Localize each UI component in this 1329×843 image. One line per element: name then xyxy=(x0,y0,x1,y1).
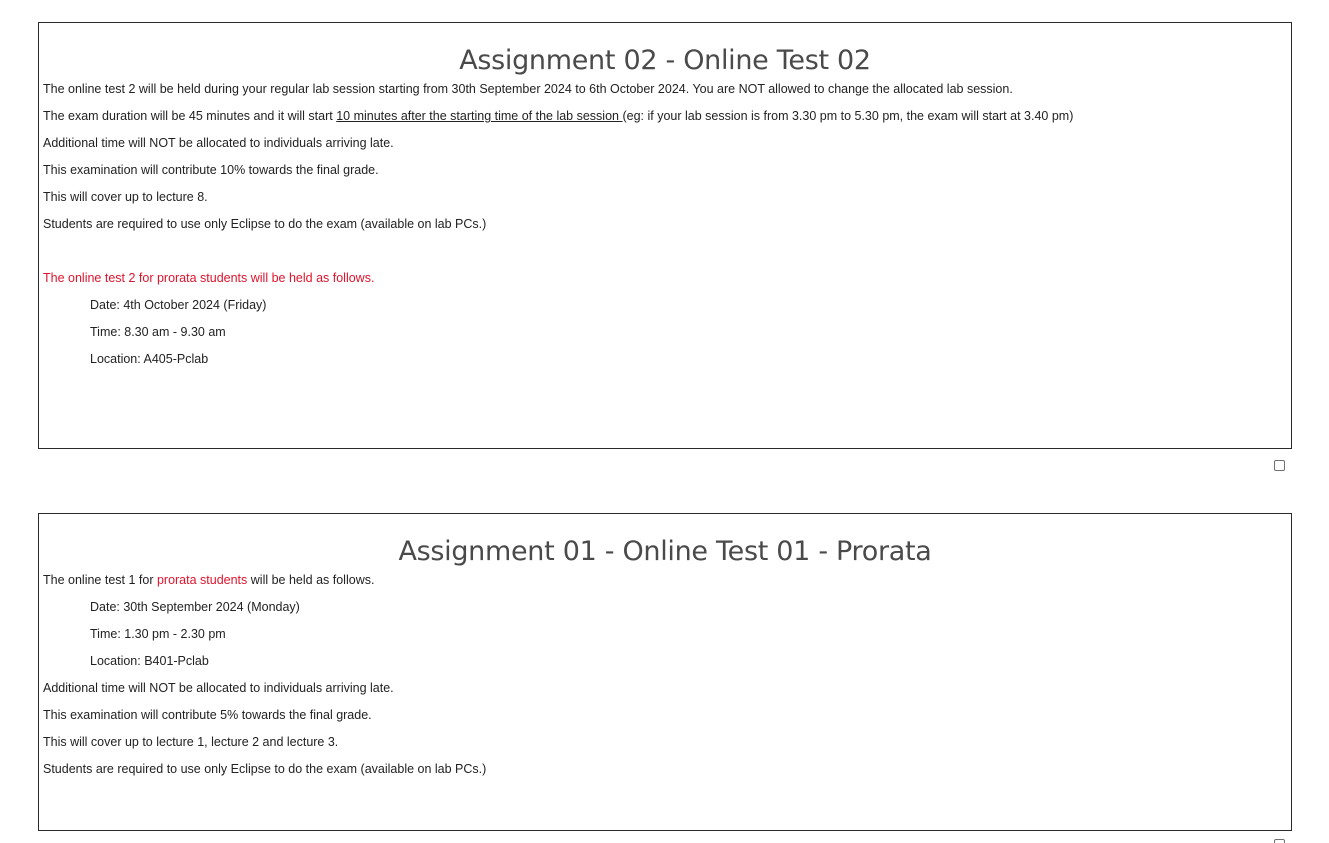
intro-text-start: The online test 1 for xyxy=(43,573,157,587)
assignment-02-grade-text: This examination will contribute 10% tow… xyxy=(43,163,379,177)
assignment-01-date: Date: 30th September 2024 (Monday) xyxy=(90,600,300,614)
assignment-02-coverage-text: This will cover up to lecture 8. xyxy=(43,190,208,204)
assignment-02-prorata-time: Time: 8.30 am - 9.30 am xyxy=(90,325,226,339)
assignment-01-completion-checkbox[interactable] xyxy=(1274,839,1285,843)
assignment-02-duration-text: The exam duration will be 45 minutes and… xyxy=(43,103,1287,130)
assignment-01-time: Time: 1.30 pm - 2.30 pm xyxy=(90,627,226,641)
prorata-students-highlight: prorata students xyxy=(156,573,248,587)
assignment-01-late-text: Additional time will NOT be allocated to… xyxy=(43,681,394,695)
assignment-02-eclipse-text: Students are required to use only Eclips… xyxy=(43,217,487,231)
assignment-02-prorata-location: Location: A405-Pclab xyxy=(90,352,209,366)
assignment-02-completion-checkbox[interactable] xyxy=(1274,460,1285,471)
assignment-01-title: Assignment 01 - Online Test 01 - Prorata xyxy=(398,536,932,567)
assignment-02-panel: Assignment 02 - Online Test 02 The onlin… xyxy=(38,22,1292,449)
assignment-01-eclipse-text: Students are required to use only Eclips… xyxy=(43,762,487,776)
assignment-01-grade-text: This examination will contribute 5% towa… xyxy=(43,708,372,722)
intro-text-end: will be held as follows. xyxy=(247,573,375,587)
assignment-02-prorata-notice: The online test 2 for prorata students w… xyxy=(43,271,375,285)
assignment-01-panel: Assignment 01 - Online Test 01 - Prorata… xyxy=(38,513,1292,831)
assignment-02-late-text: Additional time will NOT be allocated to… xyxy=(43,136,394,150)
assignment-02-title: Assignment 02 - Online Test 02 xyxy=(459,45,871,76)
assignment-01-coverage-text: This will cover up to lecture 1, lecture… xyxy=(43,735,339,749)
assignment-01-location: Location: B401-Pclab xyxy=(90,654,209,668)
assignment-02-schedule-text: The online test 2 will be held during yo… xyxy=(43,82,1013,96)
assignment-02-prorata-date: Date: 4th October 2024 (Friday) xyxy=(90,298,267,312)
duration-text-start: The exam duration will be 45 minutes and… xyxy=(43,109,337,123)
duration-text-example: (eg: if your lab session is from 3.30 pm… xyxy=(622,109,1074,123)
assignment-01-intro-text: The online test 1 for prorata students w… xyxy=(43,567,1287,594)
duration-underlined-text: 10 minutes after the starting time of th… xyxy=(336,109,623,123)
